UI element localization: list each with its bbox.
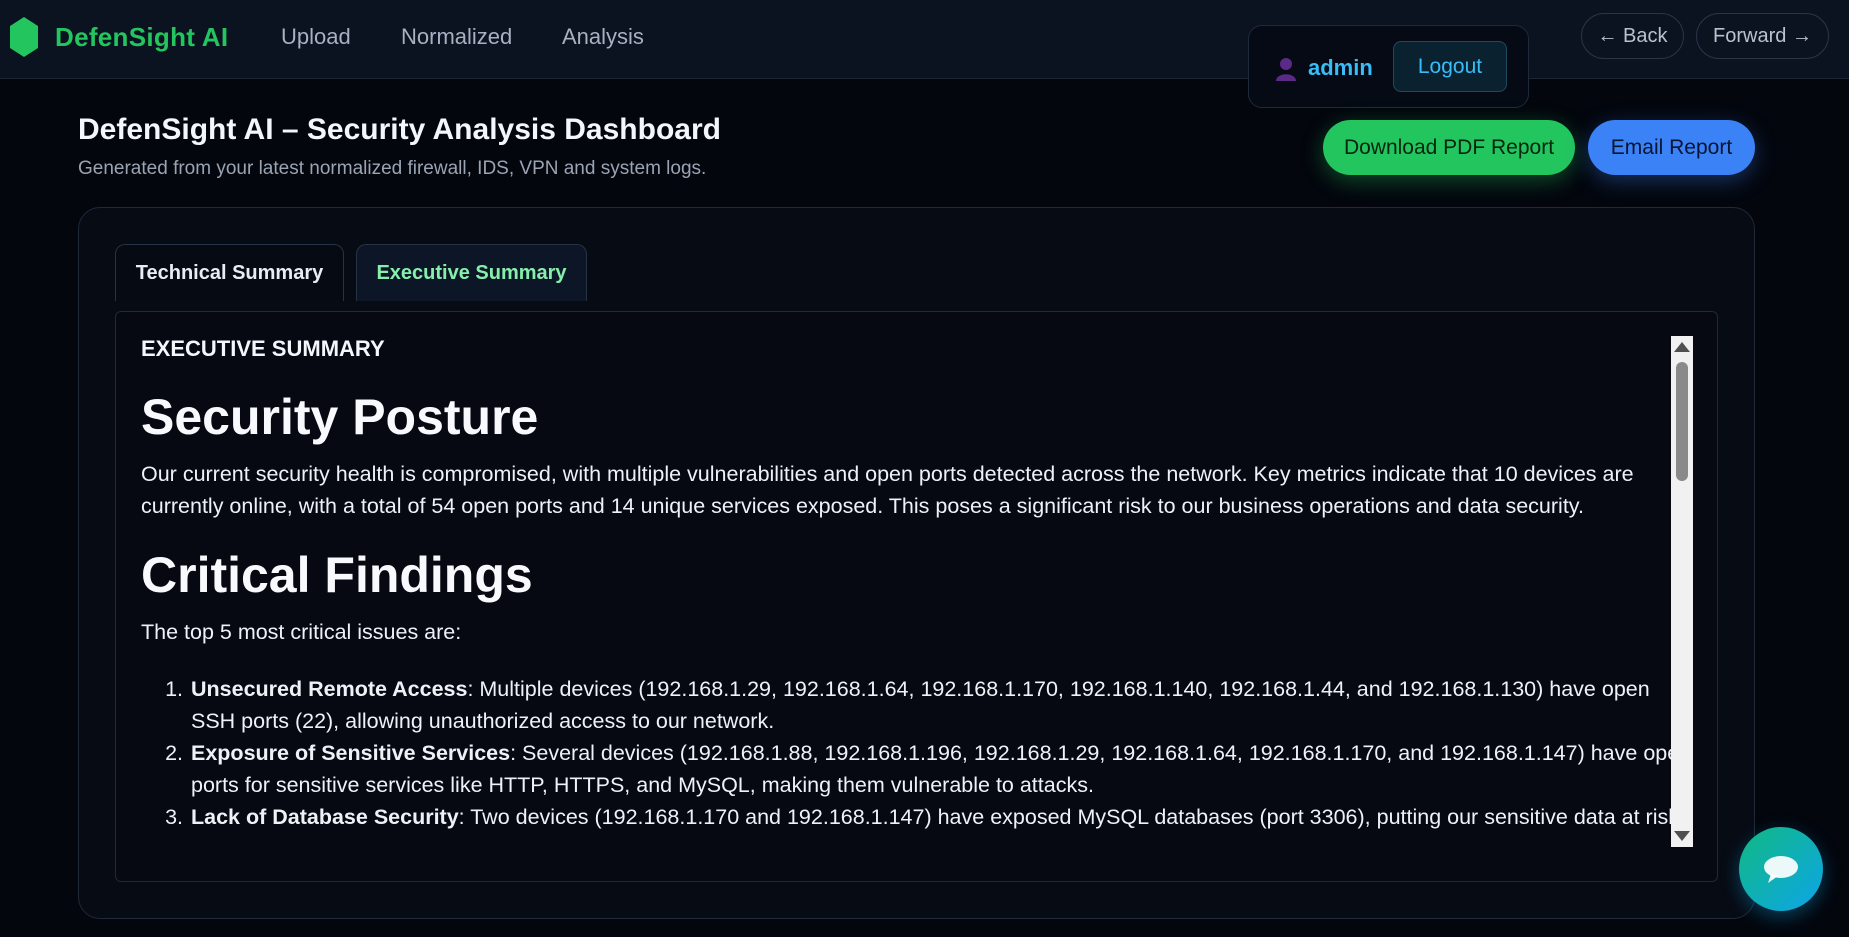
report-body: EXECUTIVE SUMMARY Security Posture Our c… <box>141 336 1696 833</box>
chat-button[interactable] <box>1739 827 1823 911</box>
top-navbar: DefenSight AI Upload Normalized Analysis… <box>0 0 1849 79</box>
page-subtitle: Generated from your latest normalized fi… <box>78 158 707 179</box>
user-icon <box>1276 58 1296 81</box>
list-item: Unsecured Remote Access: Multiple device… <box>189 673 1696 737</box>
brand-name: DefenSight AI <box>55 21 229 52</box>
list-item: Exposure of Sensitive Services: Several … <box>189 737 1696 801</box>
report-content[interactable]: EXECUTIVE SUMMARY Security Posture Our c… <box>115 311 1718 882</box>
tab-technical-summary[interactable]: Technical Summary <box>115 244 344 301</box>
email-report-button[interactable]: Email Report <box>1588 120 1755 175</box>
findings-intro: The top 5 most critical issues are: <box>141 620 462 644</box>
posture-heading: Security Posture <box>141 389 539 445</box>
nav-link-analysis[interactable]: Analysis <box>562 24 644 50</box>
findings-heading: Critical Findings <box>141 547 533 603</box>
tab-executive-summary[interactable]: Executive Summary <box>356 244 587 301</box>
forward-button[interactable]: Forward → <box>1696 13 1829 59</box>
posture-text: Our current security health is compromis… <box>141 462 1634 518</box>
scrollbar-thumb[interactable] <box>1676 362 1688 481</box>
page-title: DefenSight AI – Security Analysis Dashbo… <box>78 113 721 146</box>
download-pdf-button[interactable]: Download PDF Report <box>1323 120 1575 175</box>
finding-title: Exposure of Sensitive Services <box>191 741 511 765</box>
back-button[interactable]: ← Back <box>1581 13 1684 59</box>
content-scrollbar[interactable] <box>1671 336 1693 847</box>
scroll-down-arrow-icon[interactable] <box>1674 831 1690 841</box>
scroll-up-arrow-icon[interactable] <box>1674 342 1690 352</box>
chat-bubble-icon <box>1764 856 1798 883</box>
brand[interactable]: DefenSight AI <box>8 15 228 59</box>
finding-title: Unsecured Remote Access <box>191 677 468 701</box>
hexagon-logo-icon <box>10 17 38 57</box>
section-label: EXECUTIVE SUMMARY <box>141 336 385 361</box>
findings-list: Unsecured Remote Access: Multiple device… <box>141 673 1696 833</box>
finding-title: Lack of Database Security <box>191 805 459 829</box>
user-menu: admin Logout <box>1248 25 1529 108</box>
nav-link-upload[interactable]: Upload <box>281 24 351 50</box>
nav-link-normalized[interactable]: Normalized <box>401 24 512 50</box>
list-item: Lack of Database Security: Two devices (… <box>189 801 1696 833</box>
logout-button[interactable]: Logout <box>1393 41 1507 92</box>
finding-text: : Two devices (192.168.1.170 and 192.168… <box>458 805 1685 829</box>
username: admin <box>1308 55 1373 80</box>
